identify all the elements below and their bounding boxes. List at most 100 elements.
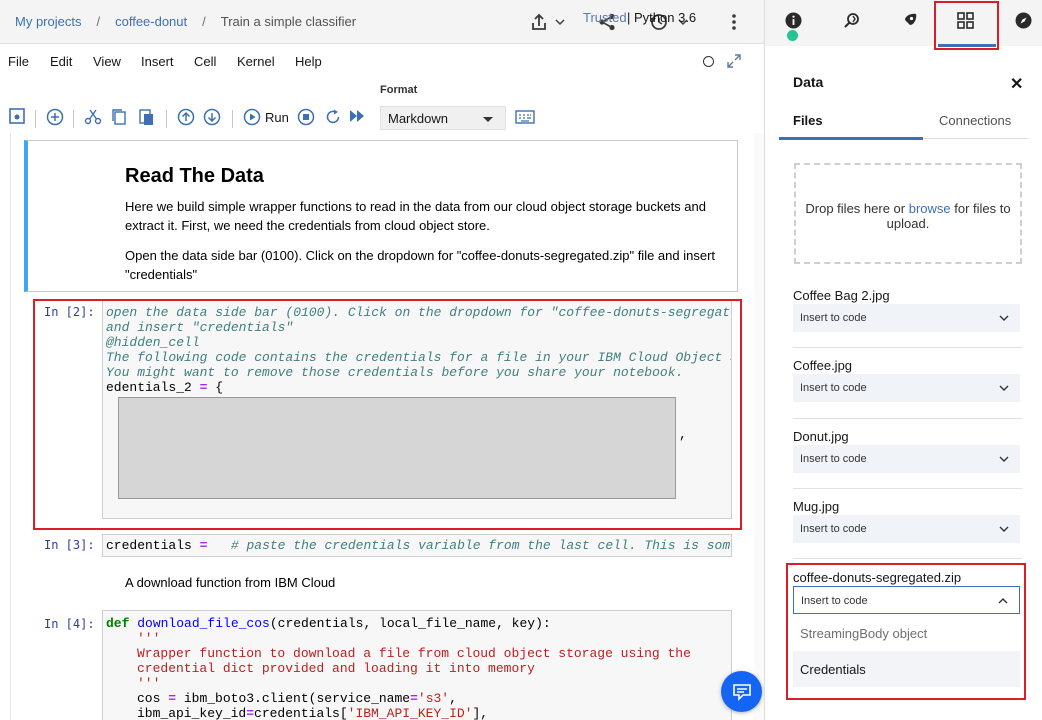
code-cell-download[interactable]: def download_file_cos(credentials, local… [102, 610, 732, 720]
code-token: = [168, 691, 177, 706]
expand-button[interactable] [726, 53, 742, 74]
file-name: Coffee Bag 2.jpg [793, 288, 890, 303]
restart-button[interactable] [324, 108, 342, 126]
paste-icon [139, 109, 153, 125]
cell-type-select[interactable]: Markdown [380, 106, 506, 130]
menu-view[interactable]: View [93, 54, 121, 69]
cell-prompt: In [4]: [44, 617, 95, 631]
file-divider [793, 558, 1022, 559]
file-divider [793, 347, 1022, 348]
cell-prompt: In [3]: [44, 538, 95, 552]
keyboard-shortcuts-button[interactable] [515, 110, 535, 129]
move-down-button[interactable] [203, 108, 221, 126]
menu-help[interactable]: Help [295, 54, 322, 69]
panel-title: Data [793, 74, 824, 90]
cell-type-value: Markdown [388, 111, 448, 126]
plus-circle-icon [46, 108, 64, 126]
compass-button[interactable] [1015, 12, 1032, 34]
code-token: = [199, 538, 208, 553]
code-line: credential dict provided and loading it … [137, 661, 535, 676]
move-up-button[interactable] [177, 108, 195, 126]
file-drop-zone[interactable]: Drop files here or browse for files to u… [794, 163, 1022, 264]
save-icon [9, 108, 25, 124]
highlight-box [33, 299, 742, 530]
add-cell-button[interactable] [46, 108, 64, 126]
menu-cell[interactable]: Cell [194, 54, 216, 69]
upload-button[interactable] [531, 12, 565, 32]
trusted-indicator[interactable]: Trusted [583, 10, 627, 25]
upload-icon [532, 13, 565, 30]
menu-kernel[interactable]: Kernel [237, 54, 275, 69]
select-value: Insert to code [800, 523, 867, 535]
code-token: download_file_cos [137, 616, 270, 631]
markdown-cell[interactable]: Read The Data Here we build simple wrapp… [24, 140, 738, 292]
play-circle-icon [243, 108, 261, 126]
chevron-down-icon [999, 385, 1009, 391]
code-line: credentials = # paste the credentials va… [106, 538, 731, 553]
code-line: ''' [137, 631, 161, 646]
select-value: Insert to code [800, 312, 867, 324]
menu-edit[interactable]: Edit [50, 54, 72, 69]
copy-button[interactable] [111, 108, 127, 126]
find-replace-button[interactable] [843, 12, 861, 35]
code-token: = [410, 691, 418, 706]
breadcrumb-projects[interactable]: My projects [15, 14, 81, 29]
close-icon[interactable]: ✕ [1010, 74, 1023, 94]
code-line: Wrapper function to download a file from… [137, 646, 691, 661]
chevron-down-icon [999, 526, 1009, 532]
cut-button[interactable] [84, 108, 102, 126]
more-button[interactable] [731, 12, 737, 32]
code-line: ibm_api_key_id=credentials['IBM_API_KEY_… [137, 706, 488, 720]
insert-to-code-select[interactable]: Insert to code [793, 445, 1020, 473]
highlight-box [934, 1, 999, 50]
run-label[interactable]: Run [265, 110, 289, 125]
chevron-down-icon [999, 456, 1009, 462]
notebook-area: My projects / coffee-donut / Train a simple … [0, 0, 764, 720]
menu-insert[interactable]: Insert [141, 54, 174, 69]
tab-files[interactable]: Files [793, 113, 823, 128]
tab-connections[interactable]: Connections [939, 113, 1011, 128]
caret-down-icon [483, 117, 493, 122]
chat-button[interactable] [721, 671, 762, 712]
toolbar-divider [73, 110, 74, 128]
active-tab-indicator [779, 137, 923, 140]
insert-to-code-select[interactable]: Insert to code [793, 304, 1020, 332]
code-token: cos [137, 691, 161, 706]
select-value: Insert to code [800, 382, 867, 394]
breadcrumb-separator: / [96, 14, 101, 29]
code-line: cos = ibm_boto3.client(service_name='s3'… [137, 691, 457, 706]
insert-to-code-select[interactable]: Insert to code [793, 515, 1020, 543]
kernel-name[interactable]: Python 3.6 [634, 10, 696, 25]
paste-button[interactable] [138, 108, 154, 126]
status-dot [787, 30, 798, 41]
find-replace-icon [844, 13, 859, 28]
browse-link[interactable]: browse [909, 201, 951, 216]
panel-nav [765, 0, 1042, 47]
more-icon [732, 14, 736, 30]
drop-text: Drop files here or [805, 201, 909, 216]
select-value: Insert to code [800, 453, 867, 465]
menu-bar: File Edit View Insert Cell Kernel Help [0, 44, 764, 78]
code-token: ibm_api_key_id [137, 706, 247, 720]
markdown-paragraph: Here we build simple wrapper functions t… [125, 199, 706, 233]
code-token: , [449, 691, 457, 706]
code-cell-paste[interactable]: credentials = # paste the credentials va… [102, 534, 732, 557]
data-side-panel: Data ✕ Files Connections Drop files here… [764, 0, 1042, 720]
save-button[interactable] [9, 108, 25, 124]
run-button[interactable] [243, 108, 261, 126]
run-all-button[interactable] [348, 108, 366, 124]
notebook-scrollbar[interactable] [754, 133, 764, 720]
breadcrumb-project[interactable]: coffee-donut [115, 14, 187, 29]
compass-icon [1015, 12, 1032, 29]
menu-file[interactable]: File [8, 54, 29, 69]
cognitive-button[interactable] [900, 12, 918, 35]
markdown-heading: Read The Data [125, 165, 264, 187]
insert-to-code-select[interactable]: Insert to code [793, 374, 1020, 402]
info-icon [785, 12, 802, 29]
toolbar-divider [232, 110, 233, 128]
file-divider [793, 488, 1022, 489]
kernel-separator: | [627, 10, 631, 25]
stop-button[interactable] [297, 108, 315, 126]
file-name: Mug.jpg [793, 499, 840, 514]
breadcrumb: My projects / coffee-donut / Train a simple … [15, 14, 356, 29]
